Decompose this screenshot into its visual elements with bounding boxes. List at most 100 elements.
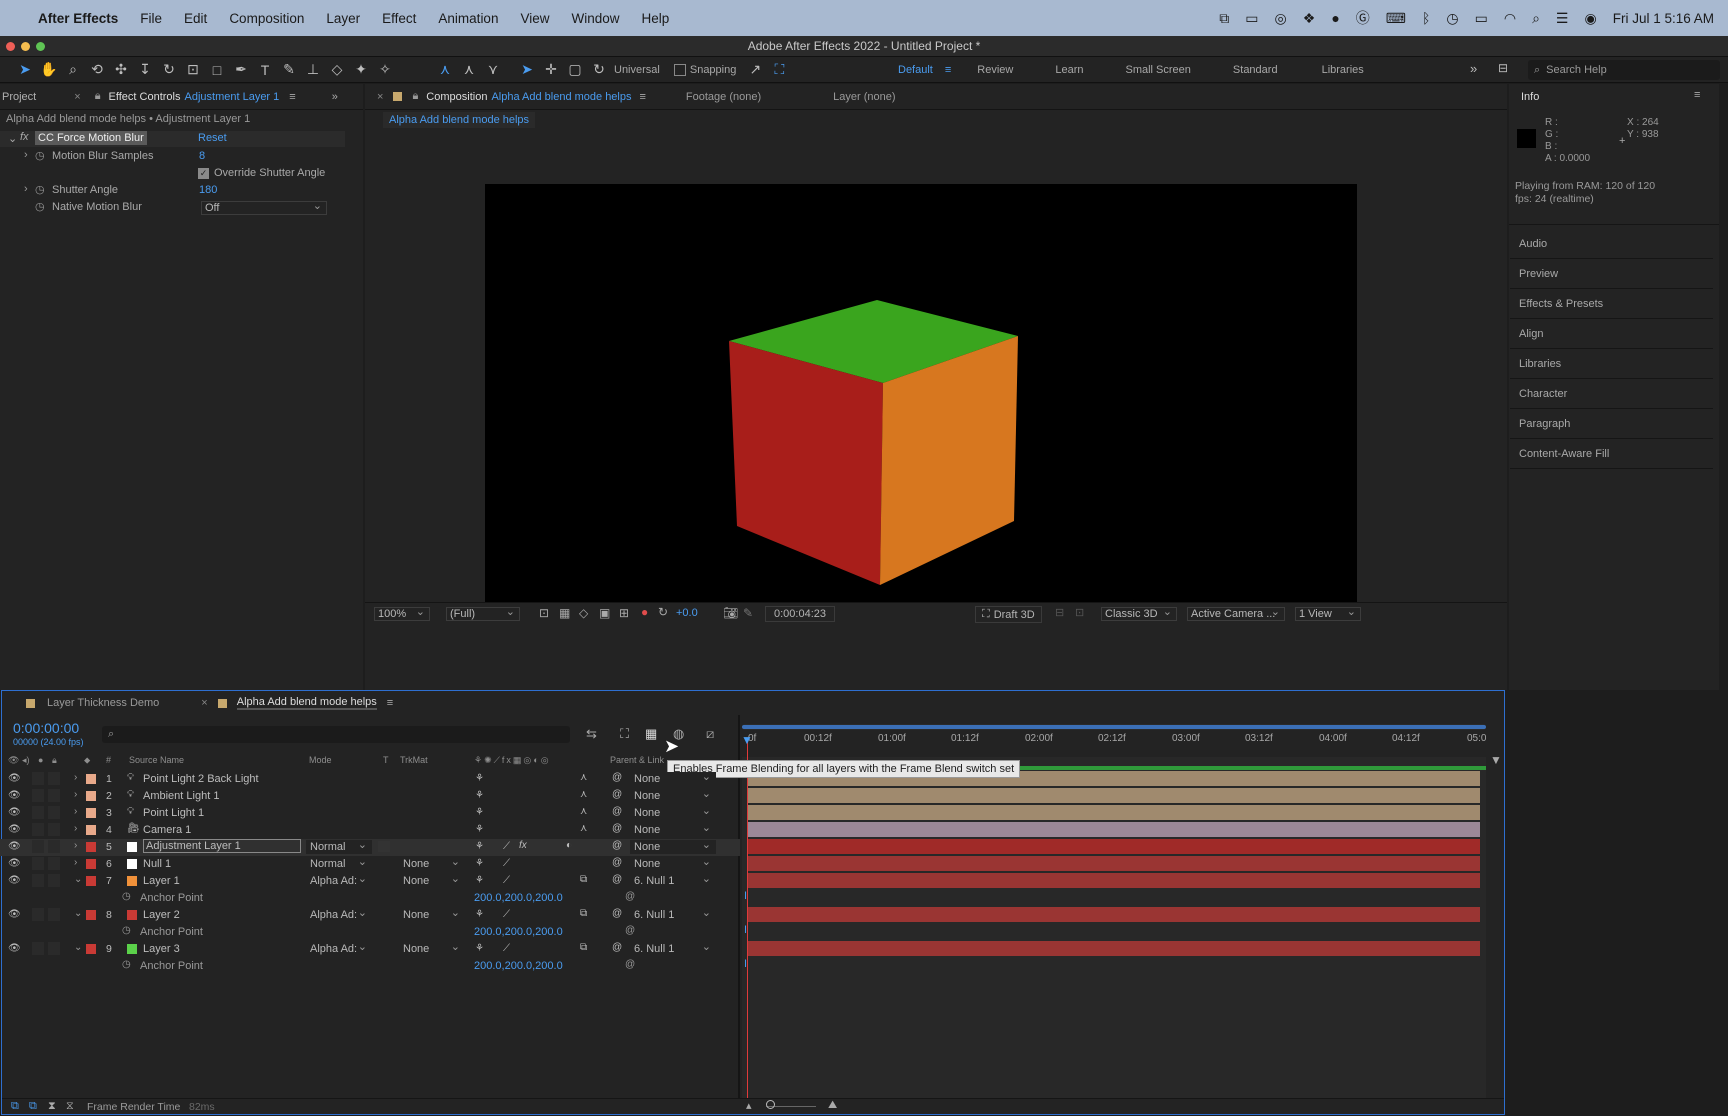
effects-presets-panel-header[interactable]: Effects & Presets [1510, 290, 1713, 319]
audio-switch[interactable] [32, 823, 44, 836]
lock-switch[interactable] [48, 789, 60, 802]
parent-dropdown[interactable]: 6. Null 1 [630, 872, 716, 888]
shutter-angle-value[interactable]: 180 [199, 184, 217, 196]
panel-menu-icon[interactable]: ≡ [289, 91, 295, 103]
audio-panel-header[interactable]: Audio [1510, 230, 1713, 259]
app-menu[interactable]: After Effects [38, 11, 118, 26]
audio-switch[interactable] [32, 908, 44, 921]
eye-visibility-icon[interactable]: 👁︎ [8, 773, 21, 784]
universal-scale-icon[interactable]: ▢ [566, 61, 584, 79]
effect-controls-layer[interactable]: Adjustment Layer 1 [185, 91, 280, 103]
blend-mode-dropdown[interactable]: Alpha Ad: [306, 906, 372, 922]
more-workspaces-icon[interactable]: » [1470, 61, 1477, 76]
twirl-chevron-icon[interactable]: › [74, 789, 77, 800]
universal-select-icon[interactable]: ➤ [518, 61, 536, 79]
audio-switch[interactable] [32, 772, 44, 785]
layer-label-color[interactable] [86, 808, 96, 818]
clock[interactable]: Fri Jul 1 5:16 AM [1613, 11, 1714, 26]
shy-switch-icon[interactable]: ⚘ [475, 909, 484, 920]
layer-bar[interactable] [747, 856, 1480, 871]
layer-label-color[interactable] [86, 859, 96, 869]
type-tool-icon[interactable]: T [256, 61, 274, 79]
mask-visibility-icon[interactable]: ◇ [579, 606, 588, 620]
parent-dropdown[interactable]: 6. Null 1 [630, 906, 716, 922]
workspace-small-screen[interactable]: Small Screen [1126, 64, 1191, 76]
layer-bar[interactable] [747, 873, 1480, 888]
quality-switch-icon[interactable]: ⟋ [503, 841, 510, 852]
stopwatch-icon[interactable]: ◷ [122, 891, 131, 902]
3d-layer-switch-icon[interactable]: ⧉ [580, 874, 587, 885]
layer-row[interactable]: 👁︎ › 6 Null 1 Normal None ⚘ ⟋ @ None [0, 855, 740, 873]
render-time-toggle-icon[interactable]: ⧖ [66, 1100, 74, 1113]
search-help-field[interactable]: ⌕ Search Help [1528, 60, 1720, 80]
shy-switch-icon[interactable]: ⚘ [475, 790, 484, 801]
effect-switch-icon[interactable]: fx [519, 840, 527, 851]
puppet-pin-tool-icon[interactable]: ✧ [376, 61, 394, 79]
transfer-controls-toggle-icon[interactable]: ⧉ [29, 1100, 37, 1113]
layer-bar[interactable] [747, 941, 1480, 956]
mode-header[interactable]: Mode [309, 755, 332, 765]
show-snapshot-icon[interactable]: ✎ [743, 606, 753, 620]
parent-dropdown[interactable]: None [630, 804, 716, 820]
layer-bar[interactable] [747, 805, 1480, 820]
menu-layer[interactable]: Layer [326, 11, 360, 26]
lock-switch[interactable] [48, 823, 60, 836]
pick-whip-icon[interactable]: @ [612, 823, 622, 834]
current-time-display[interactable]: 0:00:04:23 [765, 606, 835, 622]
layer-row[interactable]: 👁︎ › 2 💡︎ Ambient Light 1 ⚘ ⋏ @ None [0, 787, 740, 805]
layer-switches-toggle-icon[interactable]: ⧉ [11, 1100, 19, 1113]
menu-window[interactable]: Window [572, 11, 620, 26]
eraser-tool-icon[interactable]: ◇ [328, 61, 346, 79]
anchor-point-row[interactable]: ◷ Anchor Point 200.0,200.0,200.0 @ [0, 890, 740, 907]
shy-switch-icon[interactable]: ⚘ [475, 773, 484, 784]
stopwatch-icon[interactable]: ◷ [122, 959, 131, 970]
close-tab-icon[interactable]: × [74, 91, 80, 103]
layer-name[interactable]: Layer 1 [143, 875, 180, 887]
lock-switch[interactable] [48, 772, 60, 785]
anchor-point-value[interactable]: 200.0,200.0,200.0 [474, 960, 563, 972]
parent-dropdown[interactable]: None [630, 855, 716, 871]
exposure-value[interactable]: +0.0 [676, 607, 698, 619]
local-axis-icon[interactable]: ⋏ [436, 61, 454, 79]
workspace-libraries[interactable]: Libraries [1322, 64, 1364, 76]
layer-label-color[interactable] [86, 825, 96, 835]
audio-switch[interactable] [32, 874, 44, 887]
extended-viewer-icon[interactable]: ⊟ [1055, 606, 1064, 619]
lock-switch-icon[interactable]: 🔒︎ [52, 755, 57, 766]
orbit-tool-icon[interactable]: ⟲ [88, 61, 106, 79]
minimize-window-button[interactable] [21, 42, 30, 51]
parent-dropdown[interactable]: None [630, 770, 716, 786]
pan-behind-tool-icon[interactable]: ⊡ [184, 61, 202, 79]
in-out-toggle-icon[interactable]: ⧗ [48, 1100, 56, 1113]
roto-brush-tool-icon[interactable]: ✦ [352, 61, 370, 79]
wifi-icon[interactable]: ◠ [1504, 10, 1516, 27]
effect-reset-button[interactable]: Reset [198, 132, 227, 144]
parent-dropdown[interactable]: None [630, 787, 716, 803]
anchor-point-value[interactable]: 200.0,200.0,200.0 [474, 926, 563, 938]
eye-visibility-icon[interactable]: 👁︎ [8, 824, 21, 835]
layer-bar[interactable] [747, 907, 1480, 922]
pick-whip-icon[interactable]: @ [625, 891, 635, 902]
layer-name[interactable]: Null 1 [143, 858, 171, 870]
clone-stamp-tool-icon[interactable]: ⊥ [304, 61, 322, 79]
timeline-tab-alpha-add[interactable]: Alpha Add blend mode helps [236, 696, 377, 710]
layer-label-color[interactable] [86, 791, 96, 801]
track-matte-dropdown[interactable]: None [399, 940, 465, 956]
pick-whip-icon[interactable]: @ [612, 908, 622, 919]
layer-label-color[interactable] [86, 774, 96, 784]
spotlight-icon[interactable]: ⌕ [1532, 10, 1540, 27]
lock-icon[interactable]: 🔒︎ [412, 90, 418, 103]
notification-app-icon[interactable]: ● [1331, 10, 1339, 26]
adjustment-layer-switch-icon[interactable]: ◐ [566, 840, 572, 851]
paragraph-panel-header[interactable]: Paragraph [1510, 410, 1713, 439]
comp-flow-breadcrumb[interactable]: Alpha Add blend mode helps [383, 112, 536, 128]
eye-visibility-icon[interactable]: 👁︎ [8, 943, 21, 954]
twirl-chevron-icon[interactable]: › [74, 823, 77, 834]
pick-whip-icon[interactable]: @ [612, 942, 622, 953]
preserve-transparency-switch[interactable] [378, 841, 390, 852]
twirl-chevron-icon[interactable]: ⌄ [74, 874, 82, 885]
close-tab-icon[interactable]: × [377, 91, 383, 103]
zoom-window-button[interactable] [36, 42, 45, 51]
draft-3d-toggle[interactable]: ⛶ Draft 3D [975, 606, 1042, 623]
quality-switch-icon[interactable]: ⟋ [503, 909, 510, 920]
